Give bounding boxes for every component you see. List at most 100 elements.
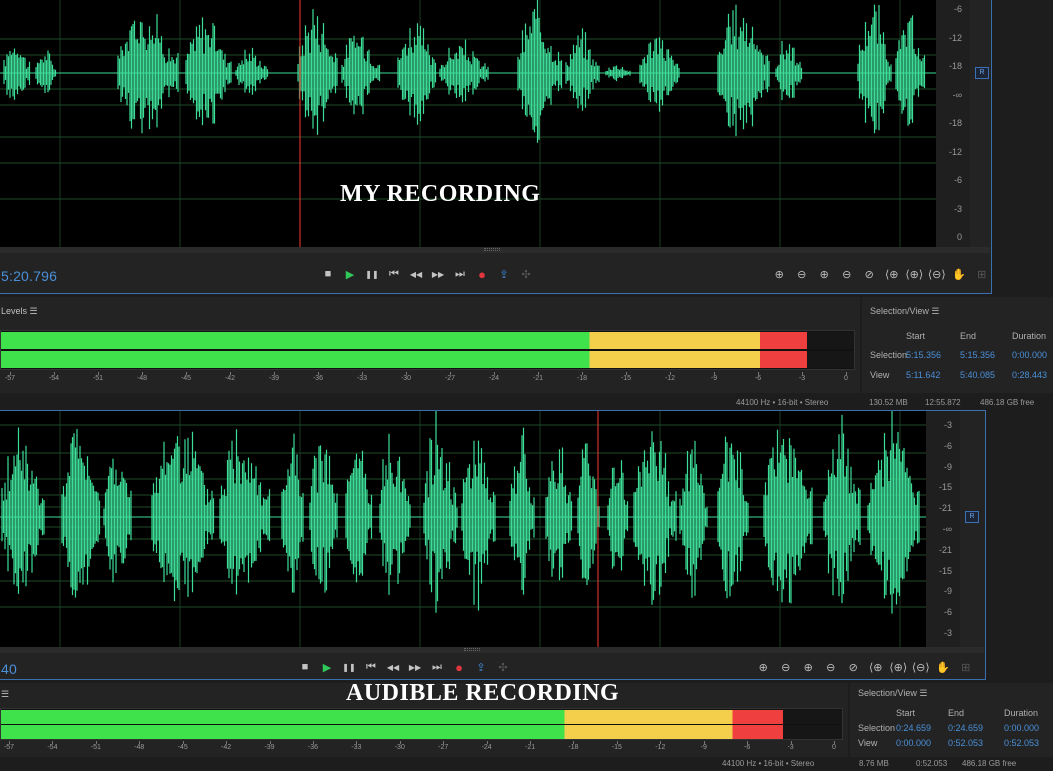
view-start-field[interactable]: 5:11.642 [906, 370, 940, 380]
zoom-out-time-icon[interactable]: ⊖ [836, 265, 859, 283]
ruler-tick-label: -9 [943, 586, 952, 597]
zoom-out-full-icon[interactable]: ⊘ [858, 265, 881, 283]
scale-tick-label: -24 [481, 744, 492, 751]
bottom-scroll-grip[interactable] [464, 648, 480, 651]
column-header-start: Start [896, 708, 916, 718]
zoom-out-full-icon[interactable]: ⊘ [842, 658, 865, 676]
zoom-fit-icon[interactable]: ✋ [932, 658, 955, 676]
bottom-level-meter [0, 708, 843, 740]
row-label-view: View [870, 370, 890, 380]
panel-menu-icon[interactable]: ☰ [30, 306, 38, 316]
go-to-start-icon[interactable]: ⏮ [383, 265, 405, 283]
selection-end-field[interactable]: 5:15.356 [960, 350, 995, 360]
selection-start-field[interactable]: 0:24.659 [896, 723, 931, 733]
zoom-selection-icon[interactable]: ⟨⊕⟩ [903, 265, 926, 283]
zoom-in-amplitude-icon[interactable]: ⊕ [768, 265, 791, 283]
zoom-in-amplitude-icon[interactable]: ⊕ [752, 658, 775, 676]
bottom-waveform-display[interactable] [0, 411, 926, 647]
scale-tick-label: -3 [798, 375, 806, 382]
scale-tick-label: -21 [532, 375, 544, 382]
top-status-format: 44100 Hz • 16-bit • Stereo [736, 398, 829, 407]
go-to-start-icon[interactable]: ⏮ [360, 658, 382, 676]
bottom-status-duration: 0:52.053 [916, 759, 948, 768]
top-editor-panel: -6 -12 -18 -∞ -18 -12 -6 -3 0 R 5:20.796 ■ ▶ ❚❚ ⏮ ◀◀… [0, 0, 992, 294]
zoom-in-point-icon[interactable]: ⟨⊕ [881, 265, 904, 283]
zoom-in-time-icon[interactable]: ⊕ [813, 265, 836, 283]
selection-start-field[interactable]: 5:15.356 [906, 350, 941, 360]
loop-icon[interactable]: ⇪ [493, 265, 515, 283]
zoom-in-time-icon[interactable]: ⊕ [797, 658, 820, 676]
selection-view-title: Selection/View ☰ [870, 306, 940, 316]
scale-tick-label: -42 [221, 744, 232, 751]
top-scroll-grip[interactable] [484, 248, 500, 251]
bottom-transport-controls: ■ ▶ ❚❚ ⏮ ◀◀ ▶▶ ⏭ ● ⇪ ✣ [294, 658, 514, 676]
selection-duration-field[interactable]: 0:00.000 [1012, 350, 1047, 360]
scale-tick-label: -54 [47, 744, 58, 751]
scale-tick-label: 0 [832, 744, 836, 751]
scale-tick-label: -42 [224, 375, 236, 382]
levels-title: Levels ☰ [1, 306, 38, 317]
top-transport-controls: ■ ▶ ❚❚ ⏮ ◀◀ ▶▶ ⏭ ● ⇪ ✣ [317, 265, 537, 283]
scale-tick-label: -57 [4, 375, 16, 382]
bottom-status-format: 44100 Hz • 16-bit • Stereo [722, 759, 815, 768]
zoom-out-point-icon[interactable]: ⟨⊖⟩ [926, 265, 949, 283]
scale-tick-label: -12 [655, 744, 666, 751]
scale-tick-label: -12 [664, 375, 676, 382]
selection-duration-field[interactable]: 0:00.000 [1004, 723, 1039, 733]
scale-tick-label: -51 [92, 375, 104, 382]
column-header-duration: Duration [1004, 708, 1039, 718]
view-end-field[interactable]: 5:40.085 [960, 370, 995, 380]
selection-end-field[interactable]: 0:24.659 [948, 723, 983, 733]
zoom-reset-icon[interactable]: ⊞ [971, 265, 994, 283]
record-icon[interactable]: ● [448, 658, 470, 676]
loop-icon[interactable]: ⇪ [470, 658, 492, 676]
play-icon[interactable]: ▶ [316, 658, 338, 676]
view-duration-field[interactable]: 0:52.053 [1004, 738, 1039, 748]
view-start-field[interactable]: 0:00.000 [896, 738, 931, 748]
rewind-icon[interactable]: ◀◀ [405, 265, 427, 283]
zoom-fit-icon[interactable]: ✋ [948, 265, 971, 283]
scale-tick-label: -33 [356, 375, 368, 382]
record-icon[interactable]: ● [471, 265, 493, 283]
play-icon[interactable]: ▶ [339, 265, 361, 283]
zoom-out-point-icon[interactable]: ⟨⊖⟩ [910, 658, 933, 676]
top-waveform-display[interactable] [0, 0, 936, 247]
rewind-icon[interactable]: ◀◀ [382, 658, 404, 676]
zoom-selection-icon[interactable]: ⟨⊕⟩ [887, 658, 910, 676]
bottom-levels-menu[interactable]: ☰ [1, 689, 9, 700]
view-end-field[interactable]: 0:52.053 [948, 738, 983, 748]
view-duration-field[interactable]: 0:28.443 [1012, 370, 1047, 380]
column-header-end: End [948, 708, 965, 718]
top-horizontal-scrollbar[interactable] [0, 247, 990, 253]
selection-view-title: Selection/View ☰ [858, 688, 928, 698]
top-meter-left-channel [1, 332, 854, 349]
fast-forward-icon[interactable]: ▶▶ [404, 658, 426, 676]
zoom-reset-icon[interactable]: ⊞ [955, 658, 978, 676]
bottom-horizontal-scrollbar[interactable] [0, 647, 984, 653]
ruler-tick-label: -6 [953, 4, 962, 14]
bottom-selection-view-panel: Selection/View ☰ Start End Duration Selectio… [850, 683, 1053, 757]
scale-tick-label: -15 [620, 375, 632, 382]
top-status-duration: 12:55.872 [925, 398, 961, 407]
bottom-meter-scale: -57 -54 -51 -48 -45 -42 -39 -36 -33 -30 -27 -24 -21-… [0, 741, 843, 755]
go-to-end-icon[interactable]: ⏭ [426, 658, 448, 676]
scale-tick-label: -45 [177, 744, 188, 751]
pause-icon[interactable]: ❚❚ [338, 658, 360, 676]
zoom-out-time-icon[interactable]: ⊖ [820, 658, 843, 676]
top-channel-r-button[interactable]: R [975, 67, 989, 79]
bottom-channel-r-button[interactable]: R [965, 511, 979, 523]
top-waveform [0, 0, 936, 247]
stop-icon[interactable]: ■ [294, 658, 316, 676]
skip-selection-icon[interactable]: ✣ [515, 265, 537, 283]
scale-tick-label: -24 [488, 375, 500, 382]
zoom-out-amplitude-icon[interactable]: ⊖ [791, 265, 814, 283]
pause-icon[interactable]: ❚❚ [361, 265, 383, 283]
skip-selection-icon[interactable]: ✣ [492, 658, 514, 676]
fast-forward-icon[interactable]: ▶▶ [427, 265, 449, 283]
ruler-tick-label: -21 [938, 544, 952, 555]
zoom-in-point-icon[interactable]: ⟨⊕ [865, 658, 888, 676]
scale-tick-label: 0 [844, 375, 848, 382]
stop-icon[interactable]: ■ [317, 265, 339, 283]
go-to-end-icon[interactable]: ⏭ [449, 265, 471, 283]
zoom-out-amplitude-icon[interactable]: ⊖ [775, 658, 798, 676]
